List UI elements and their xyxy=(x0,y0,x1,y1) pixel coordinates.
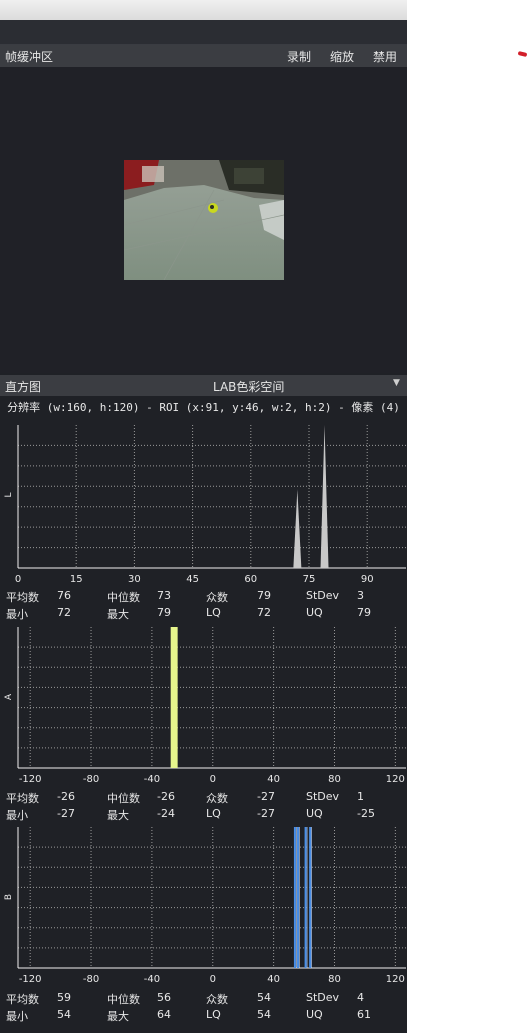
max-value: 79 xyxy=(157,606,171,619)
median-label: 中位数 xyxy=(107,792,140,805)
x-tick-label: 45 xyxy=(186,574,199,585)
x-tick-label: 0 xyxy=(210,774,216,782)
max-value: 64 xyxy=(157,1008,171,1021)
min-value: 54 xyxy=(57,1008,71,1021)
zoom-button[interactable]: 缩放 xyxy=(330,48,354,65)
min-value: 72 xyxy=(57,606,71,619)
top-strip xyxy=(0,0,407,20)
x-tick-label: 120 xyxy=(386,774,405,782)
lq-label: LQ xyxy=(206,807,221,820)
lq-label: LQ xyxy=(206,606,221,619)
stdev-label: StDev xyxy=(306,589,340,602)
resolution-roi-info: 分辨率 (w:160, h:120) - ROI (x:91, y:46, w:… xyxy=(7,401,400,414)
lq-label: LQ xyxy=(206,1008,221,1021)
max-label: 最大 xyxy=(107,608,129,621)
x-tick-label: 60 xyxy=(244,574,257,585)
stdev-value: 3 xyxy=(357,589,364,602)
histogram-bar xyxy=(175,627,178,768)
uq-value: -25 xyxy=(357,807,375,820)
uq-value: 79 xyxy=(357,606,371,619)
y-axis-label: B xyxy=(4,894,14,900)
mode-value: 79 xyxy=(257,589,271,602)
frame-buffer-title: 帧缓冲区 xyxy=(5,50,54,64)
mean-value: 76 xyxy=(57,589,71,602)
b-channel-histogram: -120 -80 -40 0 40 80 120 B xyxy=(4,827,406,982)
min-label: 最小 xyxy=(6,809,28,822)
stdev-value: 4 xyxy=(357,991,364,1004)
x-tick-label: 40 xyxy=(267,774,280,782)
l-channel-histogram: 0 15 30 45 60 75 90 L xyxy=(4,425,406,585)
lq-value: 72 xyxy=(257,606,271,619)
dark-toolbar xyxy=(0,20,407,45)
median-label: 中位数 xyxy=(107,993,140,1006)
histogram-bar xyxy=(296,827,299,968)
red-annotation-mark xyxy=(517,50,528,58)
y-axis-label: L xyxy=(4,492,14,497)
mode-label: 众数 xyxy=(206,591,228,604)
median-value: 73 xyxy=(157,589,171,602)
x-tick-label: -40 xyxy=(144,974,160,982)
median-label: 中位数 xyxy=(107,591,140,604)
x-tick-label: 40 xyxy=(267,974,280,982)
x-tick-label: 0 xyxy=(15,574,21,585)
camera-frame-image[interactable] xyxy=(124,160,284,280)
stdev-value: 1 xyxy=(357,790,364,803)
min-label: 最小 xyxy=(6,608,28,621)
uq-label: UQ xyxy=(306,606,323,619)
max-label: 最大 xyxy=(107,1010,129,1023)
histogram-header: 直方图 LAB色彩空间 ▼ xyxy=(0,375,407,396)
x-tick-label: -80 xyxy=(83,974,99,982)
a-channel-histogram: -120 -80 -40 0 40 80 120 A xyxy=(4,627,406,782)
histogram-bar xyxy=(293,827,296,968)
x-tick-label: -120 xyxy=(19,974,42,982)
stdev-label: StDev xyxy=(306,991,340,1004)
mode-label: 众数 xyxy=(206,792,228,805)
mean-value: -26 xyxy=(57,790,75,803)
frame-buffer-header: 帧缓冲区 录制 缩放 禁用 xyxy=(0,45,407,67)
x-tick-label: 90 xyxy=(361,574,374,585)
x-tick-label: 30 xyxy=(128,574,141,585)
color-space-select[interactable]: LAB色彩空间 xyxy=(213,378,284,395)
stdev-label: StDev xyxy=(306,790,340,803)
histogram-bar xyxy=(304,827,307,968)
lq-value: -27 xyxy=(257,807,275,820)
uq-label: UQ xyxy=(306,807,323,820)
uq-label: UQ xyxy=(306,1008,323,1021)
x-tick-label: 0 xyxy=(210,974,216,982)
mean-label: 平均数 xyxy=(6,993,39,1006)
mean-label: 平均数 xyxy=(6,591,39,604)
min-value: -27 xyxy=(57,807,75,820)
disable-button[interactable]: 禁用 xyxy=(373,48,397,65)
median-value: 56 xyxy=(157,991,171,1004)
lq-value: 54 xyxy=(257,1008,271,1021)
x-tick-label: -120 xyxy=(19,774,42,782)
mean-value: 59 xyxy=(57,991,71,1004)
y-axis-label: A xyxy=(4,693,14,700)
x-tick-label: -40 xyxy=(144,774,160,782)
mode-value: 54 xyxy=(257,991,271,1004)
histogram-title: 直方图 xyxy=(5,380,42,394)
x-tick-label: 120 xyxy=(386,974,405,982)
min-label: 最小 xyxy=(6,1010,28,1023)
x-tick-label: 80 xyxy=(328,774,341,782)
max-value: -24 xyxy=(157,807,175,820)
record-button[interactable]: 录制 xyxy=(287,48,311,65)
mode-label: 众数 xyxy=(206,993,228,1006)
max-label: 最大 xyxy=(107,809,129,822)
mean-label: 平均数 xyxy=(6,792,39,805)
x-tick-label: 15 xyxy=(70,574,83,585)
x-tick-label: 80 xyxy=(328,974,341,982)
x-tick-label: 75 xyxy=(303,574,316,585)
chevron-down-icon[interactable]: ▼ xyxy=(393,378,400,388)
openmv-side-panel: 帧缓冲区 录制 缩放 禁用 直方图 LAB色彩空间 ▼ 分辨率 (w:160, … xyxy=(0,0,407,1033)
histogram-bar xyxy=(293,489,302,568)
histogram-bar xyxy=(320,425,329,568)
median-value: -26 xyxy=(157,790,175,803)
uq-value: 61 xyxy=(357,1008,371,1021)
x-tick-label: -80 xyxy=(83,774,99,782)
histogram-bar xyxy=(309,827,312,968)
mode-value: -27 xyxy=(257,790,275,803)
